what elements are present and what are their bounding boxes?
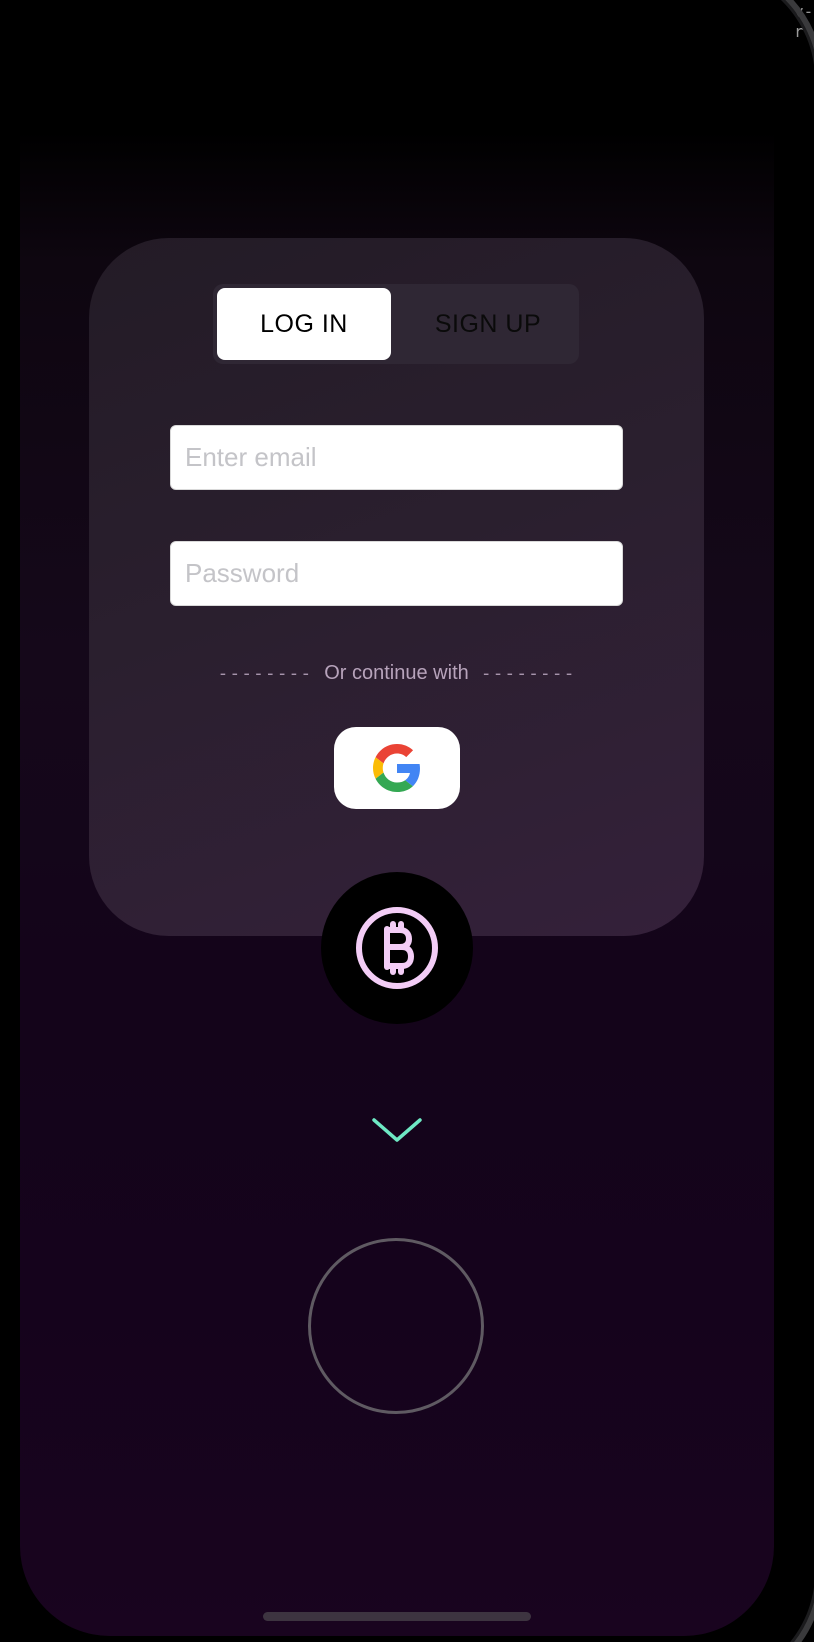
biometric-circle-button[interactable] — [308, 1238, 484, 1414]
tab-sign-up[interactable]: SIGN UP — [401, 288, 575, 360]
tab-sign-up-label: SIGN UP — [434, 309, 542, 338]
home-indicator[interactable] — [263, 1612, 531, 1621]
email-field[interactable] — [170, 425, 623, 490]
tab-log-in-label: LOG IN — [260, 309, 348, 338]
chevron-down-icon[interactable] — [372, 1116, 422, 1146]
divider-text: Or continue with — [324, 661, 469, 684]
google-sign-in-button[interactable] — [334, 727, 460, 809]
bitcoin-icon — [356, 907, 438, 989]
bitcoin-badge — [321, 872, 473, 1024]
app-screen: LOG IN SIGN UP -------- Or continue with… — [20, 0, 774, 1636]
auth-tab-switch: LOG IN SIGN UP — [213, 284, 579, 364]
password-field[interactable] — [170, 541, 623, 606]
divider-right-dashes: -------- — [480, 662, 576, 684]
corner-overlay-text: v- r — [794, 2, 814, 41]
device: v- r LOG IN SIGN UP -------- Or continue… — [0, 0, 814, 1642]
google-logo-icon — [373, 744, 420, 792]
divider-left-dashes: -------- — [217, 662, 313, 684]
tab-log-in[interactable]: LOG IN — [217, 288, 391, 360]
continue-with-divider: -------- Or continue with -------- — [170, 658, 623, 688]
